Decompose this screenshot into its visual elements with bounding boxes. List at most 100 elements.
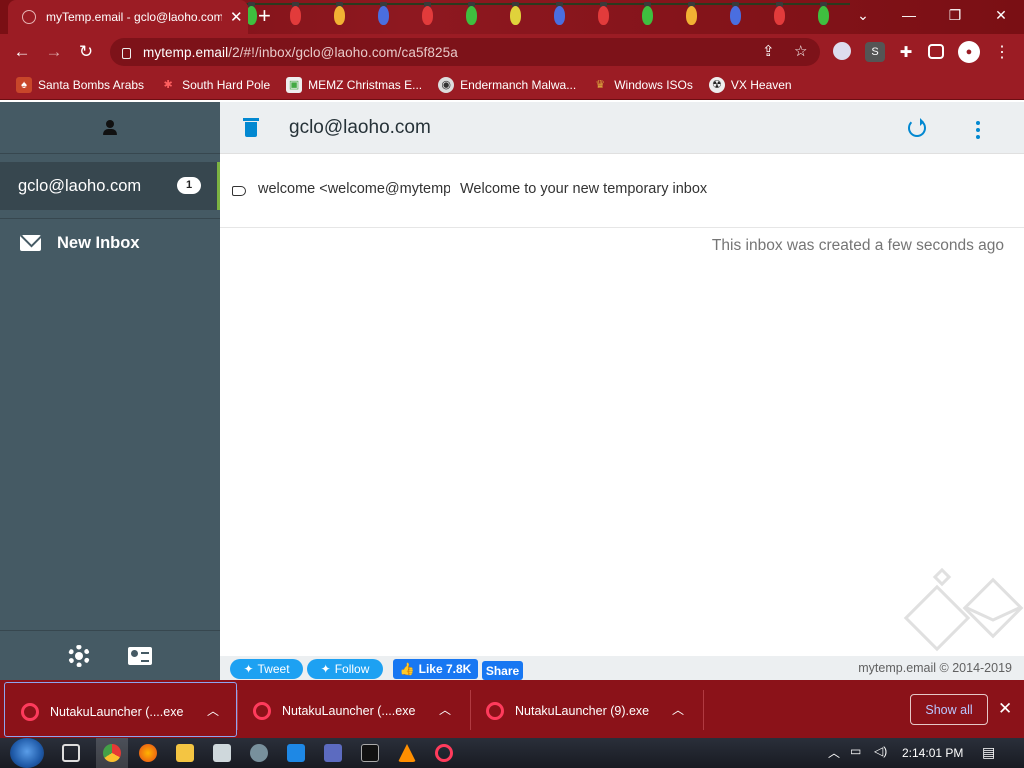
command-prompt-icon[interactable] — [361, 744, 379, 762]
download-filename: NutakuLauncher (9).exe — [515, 704, 650, 718]
tweet-button[interactable]: ✦ Tweet — [230, 659, 303, 679]
nutaku-icon — [486, 702, 504, 720]
raccoon-icon: ◉ — [438, 76, 455, 93]
extension-flag-icon[interactable] — [833, 42, 851, 60]
envelope-icon — [20, 235, 41, 251]
inbox-created-note: This inbox was created a few seconds ago — [711, 237, 1004, 254]
show-all-downloads-button[interactable]: Show all — [910, 694, 988, 725]
browser-menu-icon[interactable]: ⋮ — [992, 42, 1012, 62]
bookmarks-bar: ♠ Santa Bombs Arabs ✱ South Hard Pole ▣ MEM… — [0, 70, 1024, 100]
bookmark-item[interactable]: ☢ VX Heaven — [708, 76, 792, 93]
browser-toolbar: ← → ↻ mytemp.email/2/#!/inbox/gclo@laoho… — [0, 34, 1024, 70]
bookmark-item[interactable]: ◉ Endermanch Malwa... — [438, 76, 576, 93]
page-footer: ✦ Tweet ✦ Follow 👍 Like 7.8K Share mytemp.e… — [220, 656, 1024, 680]
app-gears-icon[interactable] — [250, 744, 268, 762]
network-app-icon[interactable] — [324, 744, 342, 762]
facebook-share-button[interactable]: Share — [482, 661, 523, 680]
firefox-icon[interactable] — [139, 744, 157, 762]
sidebar-header — [0, 102, 220, 154]
sidebar-item-active-inbox[interactable]: gclo@laoho.com 1 — [0, 162, 220, 210]
share-icon[interactable]: ⇪ — [762, 38, 775, 66]
bookmark-item[interactable]: ✱ South Hard Pole — [160, 77, 270, 93]
bookmark-item[interactable]: ♠ Santa Bombs Arabs — [16, 76, 144, 93]
download-filename: NutakuLauncher (....exe — [282, 704, 416, 718]
address-bar[interactable]: mytemp.email/2/#!/inbox/gclo@laoho.com/c… — [110, 38, 820, 66]
reload-button[interactable]: ↻ — [74, 40, 98, 64]
crown-icon: ♛ — [595, 78, 606, 91]
url-text: mytemp.email/2/#!/inbox/gclo@laoho.com/c… — [143, 44, 458, 60]
chevron-up-icon[interactable]: ︿ — [207, 702, 219, 719]
thumbs-up-icon: 👍 — [399, 662, 415, 676]
nutaku-icon — [21, 703, 39, 721]
back-button[interactable]: ← — [10, 40, 34, 64]
chrome-icon[interactable] — [103, 744, 121, 762]
minimize-button[interactable]: — — [886, 0, 932, 30]
santa-icon: ♠ — [16, 76, 32, 93]
tab-search-chevron-icon[interactable]: ⌄ — [840, 0, 886, 30]
task-view-icon[interactable] — [62, 744, 80, 762]
bookmark-item[interactable]: ♛ Windows ISOs — [592, 77, 693, 93]
notifications-icon[interactable]: ▤ — [982, 744, 995, 761]
message-row[interactable]: welcome <welcome@mytemp.email> Welcome t… — [220, 155, 1024, 228]
lock-icon — [122, 47, 131, 59]
bookmark-item[interactable]: ▣ MEMZ Christmas E... — [286, 76, 422, 93]
inbox-header: gclo@laoho.com — [220, 102, 1024, 154]
nutaku-taskbar-icon[interactable] — [435, 744, 453, 762]
download-item[interactable]: NutakuLauncher (....exe ︿ — [4, 682, 237, 737]
new-inbox-button[interactable]: New Inbox — [0, 219, 220, 267]
start-orb-button[interactable] — [10, 738, 44, 768]
close-window-button[interactable]: ✕ — [978, 0, 1024, 30]
settings-gear-icon[interactable] — [68, 644, 90, 667]
download-item[interactable]: NutakuLauncher (....exe ︿ — [237, 682, 470, 737]
profile-avatar-icon[interactable]: ● — [958, 41, 980, 63]
browser-tab-active[interactable]: myTemp.email - gclo@laoho.com ✕ — [8, 0, 248, 34]
file-explorer-icon[interactable] — [176, 744, 194, 762]
virtualbox-icon[interactable] — [287, 744, 305, 762]
inbox-sidebar: gclo@laoho.com 1 New Inbox — [0, 102, 220, 680]
copyright-text: mytemp.email © 2014-2019 — [858, 661, 1012, 675]
app-window-icon[interactable] — [213, 744, 231, 762]
tab-title: myTemp.email - gclo@laoho.com — [46, 10, 222, 24]
extension-s-icon[interactable]: S — [865, 42, 885, 62]
more-options-icon[interactable] — [976, 121, 980, 139]
chevron-up-icon[interactable]: ︿ — [672, 701, 684, 718]
taskbar-clock[interactable]: 2:14:01 PM — [902, 746, 963, 760]
delete-trash-icon[interactable] — [243, 118, 259, 137]
forward-button[interactable]: → — [42, 40, 66, 64]
inbox-address-label: gclo@laoho.com — [18, 176, 142, 195]
account-person-icon[interactable] — [100, 118, 120, 138]
inbox-title: gclo@laoho.com — [289, 117, 431, 138]
vlc-icon[interactable] — [398, 744, 416, 762]
download-filename: NutakuLauncher (....exe — [50, 705, 184, 719]
refresh-icon[interactable] — [908, 118, 926, 137]
message-subject: Welcome to your new temporary inbox — [460, 181, 708, 197]
christmas-lights-decoration — [240, 0, 850, 34]
vx-icon: ☢ — [708, 76, 725, 93]
tray-chevron-icon[interactable]: ︿ — [828, 744, 840, 761]
restore-button[interactable]: ❐ — [932, 0, 978, 30]
sidebar-footer — [0, 630, 220, 680]
download-separator — [703, 690, 704, 730]
contact-card-icon[interactable] — [128, 646, 152, 665]
label-tag-icon — [232, 186, 246, 196]
new-inbox-label: New Inbox — [57, 233, 140, 252]
mytemp-logo-watermark-icon — [903, 568, 1024, 652]
windows-taskbar: ︿ ▭ ◁) 2:14:01 PM ▤ — [0, 738, 1024, 768]
volume-icon[interactable]: ◁) — [874, 744, 887, 758]
close-downloads-icon[interactable]: ✕ — [998, 699, 1012, 719]
side-panel-icon[interactable] — [928, 44, 944, 59]
memz-icon: ▣ — [286, 76, 303, 93]
facebook-like-button[interactable]: 👍 Like 7.8K — [393, 659, 478, 679]
nutaku-icon — [253, 702, 271, 720]
twitter-bird-icon: ✦ — [243, 662, 254, 676]
new-tab-button[interactable]: + — [258, 4, 271, 28]
download-item[interactable]: NutakuLauncher (9).exe ︿ — [470, 682, 703, 737]
network-icon[interactable]: ▭ — [850, 744, 861, 758]
close-tab-icon[interactable]: ✕ — [230, 8, 243, 26]
chevron-up-icon[interactable]: ︿ — [439, 701, 451, 718]
message-sender: welcome <welcome@mytemp.email> — [258, 181, 450, 197]
follow-button[interactable]: ✦ Follow — [307, 659, 383, 679]
extensions-puzzle-icon[interactable]: ✚ — [896, 42, 916, 62]
downloads-bar: NutakuLauncher (....exe ︿ NutakuLauncher… — [0, 680, 1024, 738]
bookmark-star-icon[interactable]: ☆ — [794, 38, 807, 66]
